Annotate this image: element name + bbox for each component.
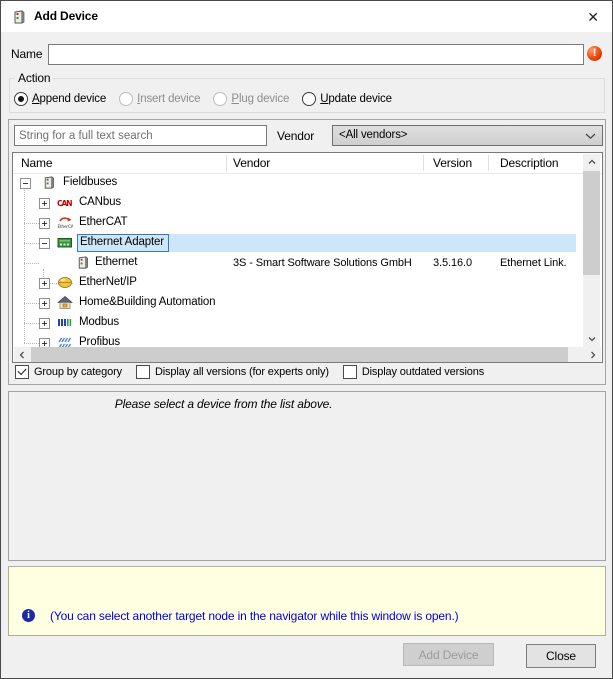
radio-dot-insert xyxy=(119,92,133,106)
info-icon: i xyxy=(22,609,35,622)
expand-icon[interactable] xyxy=(39,278,50,289)
column-divider xyxy=(488,155,489,171)
tree-row-ethercat[interactable]: EtherCAT EtherCAT xyxy=(13,213,602,233)
column-header-vendor[interactable]: Vendor xyxy=(233,156,270,170)
tree-row-ethernet[interactable]: Ethernet 3S - Smart Software Solutions G… xyxy=(13,253,602,273)
checkbox-label: Group by category xyxy=(34,366,122,378)
radio-label-insert: Insert device xyxy=(137,93,200,105)
action-radio-row: Append device Insert device Plug device … xyxy=(14,92,392,106)
expand-icon[interactable] xyxy=(39,218,50,229)
ethernet-adapter-icon xyxy=(57,235,73,250)
ethercat-icon: EtherCAT xyxy=(57,215,73,230)
svg-text:EtherCAT: EtherCAT xyxy=(58,224,74,229)
scroll-left-icon[interactable] xyxy=(14,347,30,363)
checkbox-display-outdated-versions[interactable]: Display outdated versions xyxy=(343,365,484,379)
column-divider xyxy=(423,155,424,171)
filter-checkboxes: Group by category Display all versions (… xyxy=(15,365,484,379)
tree-row-fieldbuses[interactable]: Fieldbuses xyxy=(13,173,602,193)
name-label: Name xyxy=(11,47,42,61)
vertical-scrollbar[interactable] xyxy=(583,154,600,347)
checkbox-box-checked[interactable] xyxy=(15,365,29,379)
tree-rows: Fieldbuses CAN CANbus EtherCA xyxy=(13,173,602,362)
tree-label[interactable]: EtherCAT xyxy=(79,216,127,228)
vendor-selected-value: <All vendors> xyxy=(339,129,407,141)
chevron-down-icon xyxy=(585,133,596,140)
radio-dot-plug xyxy=(213,92,227,106)
name-input[interactable] xyxy=(48,44,584,65)
info-panel: i (You can select another target node in… xyxy=(8,566,606,636)
tree-label[interactable]: Ethernet xyxy=(95,256,137,268)
column-header-version[interactable]: Version xyxy=(433,156,472,170)
horizontal-scroll-thumb[interactable] xyxy=(31,347,568,363)
tree-label[interactable]: Modbus xyxy=(79,316,119,328)
device-browser-panel: Vendor <All vendors> Name Vendor Version… xyxy=(8,119,606,385)
radio-label-append: Append device xyxy=(32,93,106,105)
svg-text:CAN: CAN xyxy=(57,199,72,208)
error-icon: ! xyxy=(587,46,602,61)
horizontal-scrollbar[interactable] xyxy=(14,347,601,363)
window-title: Add Device xyxy=(34,1,98,32)
tree-row-ethernetip[interactable]: EtherNet/IP xyxy=(13,273,602,293)
scroll-down-icon[interactable] xyxy=(583,331,600,347)
device-description-panel: Please select a device from the list abo… xyxy=(8,391,606,561)
radio-label-update: Update device xyxy=(320,93,392,105)
column-header-name[interactable]: Name xyxy=(21,156,52,170)
selected-tree-label[interactable]: Ethernet Adapter xyxy=(77,234,169,252)
cell-vendor: 3S - Smart Software Solutions GmbH xyxy=(233,257,412,269)
tree-row-home-building[interactable]: Home&Building Automation xyxy=(13,293,602,313)
add-device-dialog: Add Device ✕ Name ! Action Append device… xyxy=(0,0,613,679)
ethernetip-icon xyxy=(57,275,73,290)
tree-label[interactable]: Fieldbuses xyxy=(63,176,117,188)
collapse-icon[interactable] xyxy=(20,178,31,189)
radio-update-device[interactable]: Update device xyxy=(302,92,392,106)
checkbox-box[interactable] xyxy=(136,365,150,379)
search-input[interactable] xyxy=(14,125,267,146)
tree-header: Name Vendor Version Description xyxy=(13,153,602,174)
scroll-right-icon[interactable] xyxy=(585,347,601,363)
radio-insert-device: Insert device xyxy=(119,92,200,106)
column-divider xyxy=(226,155,227,171)
device-icon xyxy=(75,255,91,270)
home-icon xyxy=(57,295,73,310)
fieldbus-icon xyxy=(41,175,57,190)
device-icon xyxy=(11,9,27,25)
expand-icon[interactable] xyxy=(39,318,50,329)
device-tree[interactable]: Name Vendor Version Description xyxy=(12,152,603,363)
modbus-icon xyxy=(57,315,73,330)
tree-row-canbus[interactable]: CAN CANbus xyxy=(13,193,602,213)
tree-row-ethernet-adapter[interactable]: Ethernet Adapter xyxy=(13,233,602,253)
description-hint-text: Please select a device from the list abo… xyxy=(9,397,438,411)
cell-description: Ethernet Link. xyxy=(500,257,566,269)
tree-row-modbus[interactable]: Modbus xyxy=(13,313,602,333)
checkbox-box[interactable] xyxy=(343,365,357,379)
close-icon[interactable]: ✕ xyxy=(579,5,607,29)
collapse-icon[interactable] xyxy=(39,238,50,249)
tree-label[interactable]: Home&Building Automation xyxy=(79,296,215,308)
checkbox-label: Display all versions (for experts only) xyxy=(155,366,329,378)
radio-dot-update[interactable] xyxy=(302,92,316,106)
tree-label[interactable]: EtherNet/IP xyxy=(79,276,137,288)
radio-dot-append[interactable] xyxy=(14,92,28,106)
checkbox-label: Display outdated versions xyxy=(362,366,484,378)
vertical-scroll-thumb[interactable] xyxy=(583,171,600,275)
column-header-description[interactable]: Description xyxy=(500,156,558,170)
cell-version: 3.5.16.0 xyxy=(433,257,472,269)
title-bar: Add Device ✕ xyxy=(1,1,612,32)
info-text: (You can select another target node in t… xyxy=(50,609,458,623)
expand-icon[interactable] xyxy=(39,298,50,309)
close-button[interactable]: Close xyxy=(526,644,596,668)
radio-plug-device: Plug device xyxy=(213,92,289,106)
radio-label-plug: Plug device xyxy=(231,93,289,105)
radio-append-device[interactable]: Append device xyxy=(14,92,106,106)
checkbox-display-all-versions[interactable]: Display all versions (for experts only) xyxy=(136,365,329,379)
scroll-up-icon[interactable] xyxy=(583,154,600,170)
vendor-dropdown[interactable]: <All vendors> xyxy=(332,125,603,146)
tree-label[interactable]: CANbus xyxy=(79,196,121,208)
checkbox-group-by-category[interactable]: Group by category xyxy=(15,365,122,379)
action-group-label: Action xyxy=(15,71,53,85)
add-device-button: Add Device xyxy=(403,643,494,666)
vendor-label: Vendor xyxy=(277,129,314,143)
canbus-icon: CAN xyxy=(57,195,73,210)
expand-icon[interactable] xyxy=(39,198,50,209)
